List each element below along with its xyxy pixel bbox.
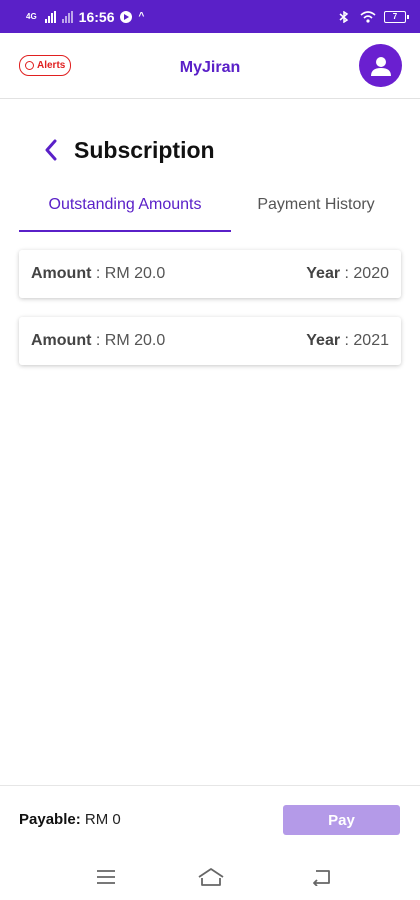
chevron-left-icon [45,139,57,161]
year-label: Year [306,265,341,282]
amount-field: Amount : RM 20.0 [31,332,165,350]
back-button[interactable] [42,139,60,161]
amount-label: Amount [31,332,92,349]
signal-icon [44,10,56,23]
signal-2-icon [61,10,73,23]
nav-home-button[interactable] [196,865,226,889]
year-label: Year [306,332,341,349]
year-value: : 2020 [344,265,389,282]
pay-button[interactable]: Pay [283,805,400,835]
profile-avatar-button[interactable] [359,44,402,87]
system-nav-bar [0,855,420,900]
battery-icon: 7 [384,10,409,23]
page-title: Subscription [74,136,215,163]
year-field: Year : 2021 [306,332,389,350]
app-header: Alerts MyJiran [0,33,420,99]
home-icon [198,868,224,886]
tab-outstanding-amounts[interactable]: Outstanding Amounts [19,180,231,232]
payable-summary: Payable: RM 0 [19,811,121,828]
status-bar: 4G 16:56 ^ 7 [0,0,420,33]
network-type: 4G [26,11,37,21]
play-store-icon [120,10,133,23]
bluetooth-icon [339,10,349,23]
nav-back-button[interactable] [306,865,336,889]
year-value: : 2021 [344,332,389,349]
status-left: 4G 16:56 ^ [26,9,144,25]
outstanding-card[interactable]: Amount : RM 20.0 Year : 2021 [19,317,401,365]
status-right: 7 [338,10,409,23]
person-icon [370,56,391,76]
menu-icon [97,870,115,884]
pay-bar: Payable: RM 0 Pay [0,785,420,855]
wifi-icon [360,10,376,23]
caret-up-icon: ^ [138,11,145,22]
amount-field: Amount : RM 20.0 [31,265,165,283]
nav-menu-button[interactable] [91,865,121,889]
year-field: Year : 2020 [306,265,389,283]
payable-value: RM 0 [84,811,121,828]
status-time: 16:56 [78,8,115,25]
outstanding-card[interactable]: Amount : RM 20.0 Year : 2020 [19,250,401,298]
back-icon [313,870,330,886]
page-heading: Subscription [42,134,215,166]
tab-bar: Outstanding Amounts Payment History [19,180,401,232]
app-title: MyJiran [179,59,241,76]
payable-label: Payable: [19,811,81,828]
amount-value: : RM 20.0 [95,332,166,349]
amount-value: : RM 20.0 [95,265,166,282]
tab-payment-history[interactable]: Payment History [231,180,401,230]
amount-label: Amount [31,265,92,282]
